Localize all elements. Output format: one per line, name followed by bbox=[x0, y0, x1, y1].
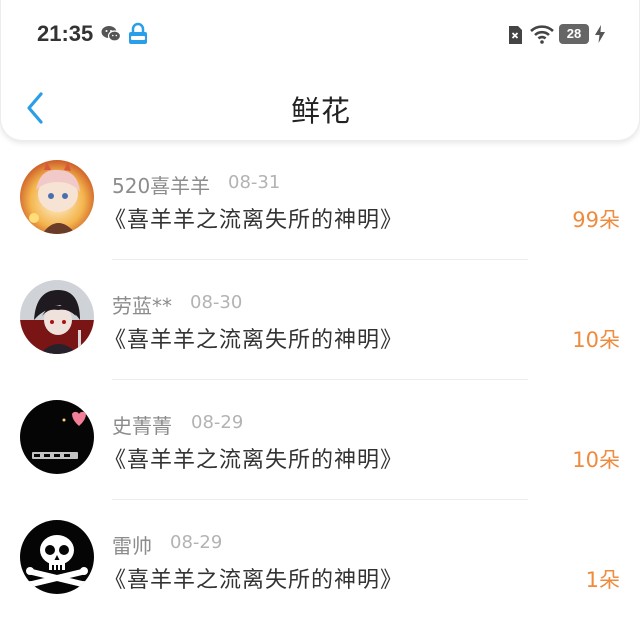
book-title[interactable]: 《喜羊羊之流离失所的神明》 bbox=[104, 562, 403, 594]
avatar[interactable] bbox=[20, 400, 94, 474]
list-item[interactable]: 雷帅 08-29 《喜羊羊之流离失所的神明》 1朵 bbox=[0, 500, 640, 620]
flower-count: 10朵 bbox=[572, 448, 620, 472]
sender-name: 雷帅 bbox=[112, 534, 152, 558]
avatar[interactable] bbox=[20, 160, 94, 234]
bolt-icon bbox=[595, 25, 605, 43]
battery-icon: 28 bbox=[559, 24, 589, 44]
sender-name: 史菁菁 bbox=[112, 414, 172, 438]
book-title[interactable]: 《喜羊羊之流离失所的神明》 bbox=[104, 202, 403, 234]
list-item[interactable]: 史菁菁 08-29 《喜羊羊之流离失所的神明》 10朵 bbox=[0, 380, 640, 500]
book-title[interactable]: 《喜羊羊之流离失所的神明》 bbox=[104, 322, 403, 354]
sender-name: 劳蓝** bbox=[112, 294, 172, 318]
flower-list: 520喜羊羊 08-31 《喜羊羊之流离失所的神明》 99朵 劳蓝** 08-3… bbox=[0, 140, 640, 620]
flower-count: 1朵 bbox=[585, 568, 620, 592]
flower-count: 99朵 bbox=[572, 208, 620, 232]
list-item[interactable]: 劳蓝** 08-30 《喜羊羊之流离失所的神明》 10朵 bbox=[0, 260, 640, 380]
flower-count: 10朵 bbox=[572, 328, 620, 352]
status-bar: 21:35 28 bbox=[1, 0, 640, 70]
book-title[interactable]: 《喜羊羊之流离失所的神明》 bbox=[104, 442, 403, 474]
app-header: 21:35 28 鲜花 bbox=[0, 0, 640, 141]
send-date: 08-29 bbox=[191, 412, 244, 433]
sim-icon bbox=[509, 26, 522, 44]
avatar[interactable] bbox=[20, 520, 94, 594]
page-title: 鲜花 bbox=[290, 94, 351, 128]
wechat-icon bbox=[101, 26, 121, 42]
list-item[interactable]: 520喜羊羊 08-31 《喜羊羊之流离失所的神明》 99朵 bbox=[0, 140, 640, 260]
send-date: 08-31 bbox=[228, 172, 281, 193]
avatar[interactable] bbox=[20, 280, 94, 354]
sender-name: 520喜羊羊 bbox=[112, 174, 211, 198]
wifi-icon bbox=[530, 25, 554, 44]
lock-icon bbox=[129, 22, 147, 44]
send-date: 08-29 bbox=[170, 532, 223, 553]
status-time: 21:35 bbox=[37, 21, 94, 46]
send-date: 08-30 bbox=[190, 292, 243, 313]
